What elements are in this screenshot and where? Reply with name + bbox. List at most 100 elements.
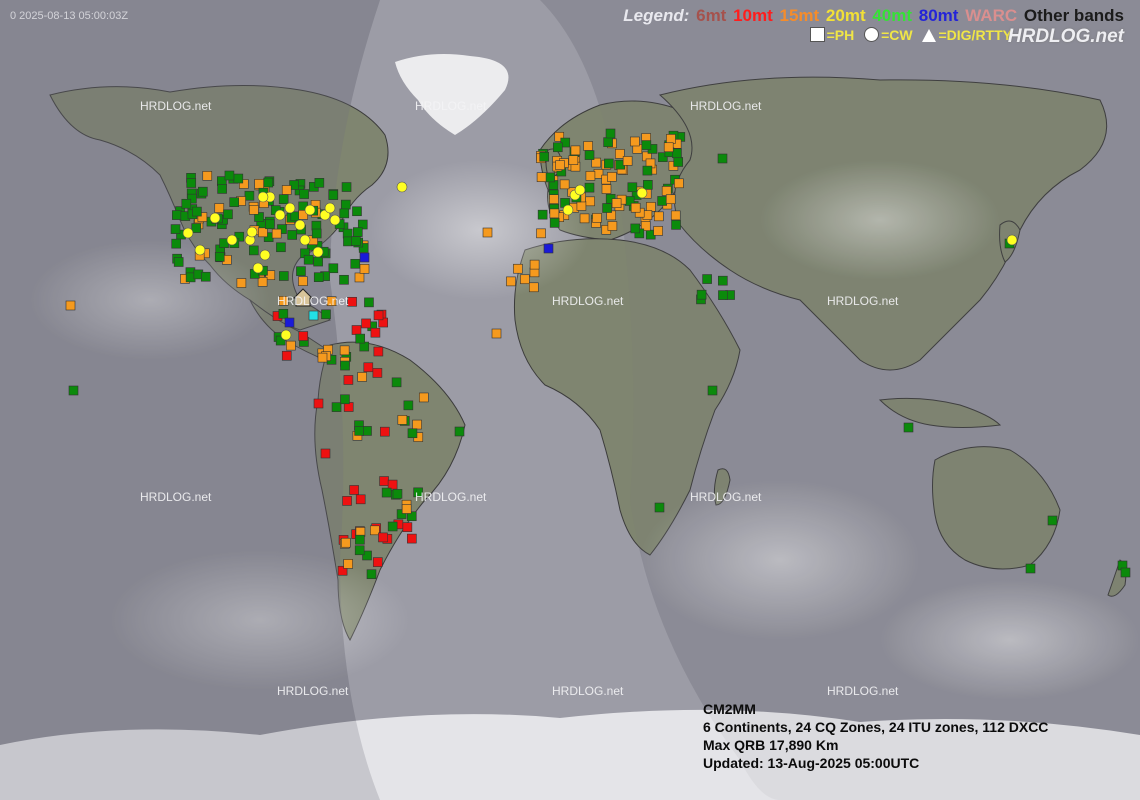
legend-mode-cw: =CW	[881, 27, 913, 43]
spot-square	[387, 521, 398, 532]
spot-circle	[226, 234, 238, 246]
spot-square	[630, 202, 641, 213]
spot-square	[284, 317, 295, 328]
spot-square	[663, 142, 674, 153]
watermark: HRDLOG.net	[415, 490, 487, 504]
spot-square	[355, 534, 365, 545]
spot-square	[491, 328, 502, 339]
spot-square	[233, 173, 244, 184]
watermark: HRDLOG.net	[690, 490, 762, 504]
world-map	[0, 0, 1140, 800]
spot-square	[340, 394, 350, 405]
legend-band-15mt: 15mt	[779, 6, 820, 25]
spot-circle	[294, 219, 306, 231]
spot-square	[366, 569, 377, 580]
spot-square	[68, 385, 79, 396]
spot-square	[536, 228, 546, 239]
spot-square	[181, 198, 192, 209]
spot-square	[372, 368, 383, 378]
spot-square	[585, 171, 596, 181]
spot-square	[192, 206, 202, 217]
spot-square	[364, 297, 374, 308]
spot-square	[65, 300, 76, 311]
spot-square	[359, 252, 370, 263]
watermark: HRDLOG.net	[277, 294, 349, 308]
callsign: CM2MM	[703, 701, 756, 717]
spot-square	[249, 205, 259, 215]
spot-square	[482, 227, 493, 238]
spot-square	[671, 220, 681, 230]
spot-square	[372, 557, 383, 567]
legend-band-40mt: 40mt	[872, 6, 913, 25]
spot-square	[354, 272, 365, 283]
spot-circle	[562, 204, 574, 216]
spot-square	[281, 350, 292, 361]
spot-square	[317, 352, 328, 363]
spot-square	[545, 172, 555, 183]
legend-band-10mt: 10mt	[733, 6, 773, 25]
spot-square	[359, 264, 370, 274]
spot-square	[308, 310, 319, 321]
spot-square	[328, 263, 339, 274]
spot-square	[674, 178, 684, 189]
spot-square	[224, 170, 235, 181]
spot-square	[298, 331, 309, 341]
spot-circle	[312, 246, 324, 258]
spot-square	[665, 194, 676, 205]
spot-square	[412, 419, 422, 430]
spot-circle	[284, 202, 296, 214]
spot-square	[553, 142, 563, 153]
spot-square	[401, 504, 412, 514]
legend-band-20mt: 20mt	[825, 6, 866, 25]
spot-square	[407, 428, 418, 439]
spot-square	[717, 153, 728, 164]
spot-square	[513, 263, 523, 274]
spot-square	[278, 194, 289, 204]
spot-square	[299, 189, 309, 199]
spot-square	[592, 213, 602, 223]
spot-square	[341, 182, 352, 192]
spot-square	[1120, 567, 1131, 578]
spot-square	[903, 422, 914, 433]
spot-square	[313, 398, 324, 409]
spot-square	[347, 296, 357, 307]
spot-square	[223, 209, 233, 220]
spot-circle	[209, 212, 221, 224]
spot-square	[718, 275, 728, 286]
spot-square	[202, 171, 213, 181]
spot-square	[350, 258, 361, 269]
spot-square	[559, 179, 570, 190]
spot-square	[403, 400, 414, 411]
spot-square	[603, 137, 613, 147]
spot-square	[520, 274, 530, 285]
spot-square	[257, 277, 268, 287]
spot-square	[357, 372, 367, 382]
spot-square	[506, 276, 516, 287]
spot-square	[373, 346, 384, 357]
spot-square	[258, 227, 268, 238]
spot-square	[353, 227, 363, 237]
spot-square	[555, 160, 565, 171]
spot-circle	[299, 234, 311, 246]
spot-square	[339, 208, 350, 219]
spot-square	[350, 236, 361, 246]
spot-square	[361, 318, 371, 329]
spot-square	[630, 223, 641, 234]
spot-square	[584, 150, 595, 160]
spot-square	[718, 290, 728, 300]
spot-circle	[280, 329, 292, 341]
max-qrb: Max QRB 17,890 Km	[703, 737, 839, 753]
spot-square	[349, 485, 359, 495]
spot-square	[707, 385, 718, 396]
spot-square	[170, 224, 181, 234]
station-info: CM2MM 6 Continents, 24 CQ Zones, 24 ITU …	[703, 700, 1048, 772]
spot-square	[186, 178, 197, 188]
spot-square	[314, 178, 325, 188]
spot-square	[279, 271, 289, 281]
square-icon	[809, 27, 825, 42]
spot-square	[603, 158, 614, 169]
spot-square	[392, 489, 403, 499]
spot-square	[1047, 515, 1058, 526]
spot-circle	[574, 184, 586, 196]
spot-square	[666, 134, 676, 144]
